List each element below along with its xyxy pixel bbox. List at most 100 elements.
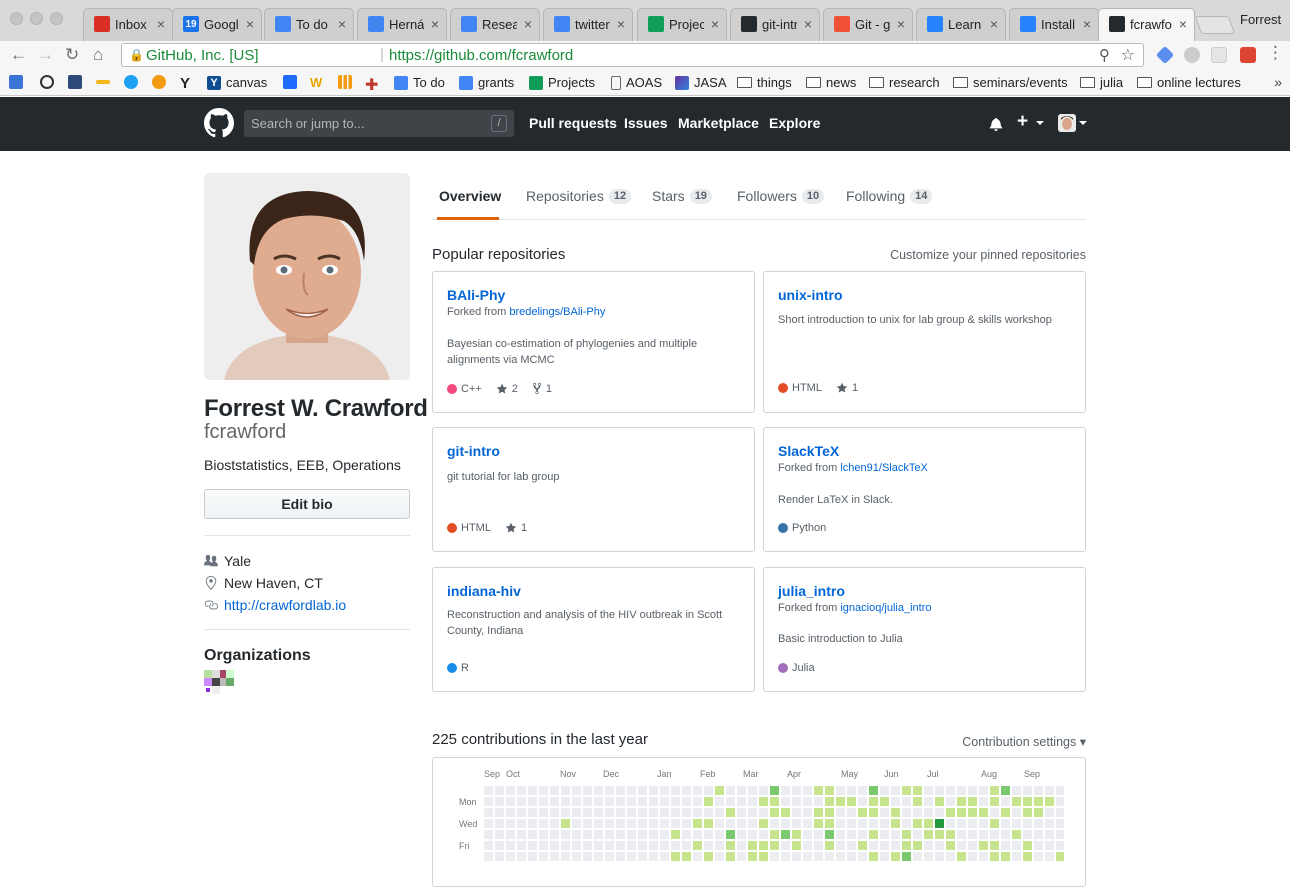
contribution-day[interactable] (594, 797, 603, 806)
browser-tab[interactable]: 19 Google × (172, 8, 262, 41)
contribution-day[interactable] (781, 841, 790, 850)
contribution-day[interactable] (693, 808, 702, 817)
contribution-day[interactable] (561, 808, 570, 817)
contribution-day[interactable] (715, 808, 724, 817)
contribution-day[interactable] (990, 830, 999, 839)
tab-overview[interactable]: Overview (439, 188, 501, 204)
contribution-day[interactable] (836, 830, 845, 839)
contribution-day[interactable] (770, 797, 779, 806)
contribution-day[interactable] (946, 808, 955, 817)
contribution-day[interactable] (583, 830, 592, 839)
bookmark-circle-icon[interactable] (40, 75, 54, 89)
contribution-day[interactable] (605, 819, 614, 828)
contribution-day[interactable] (704, 797, 713, 806)
contribution-day[interactable] (660, 786, 669, 795)
contribution-day[interactable] (946, 786, 955, 795)
contribution-day[interactable] (781, 819, 790, 828)
contribution-day[interactable] (770, 852, 779, 861)
nav-explore[interactable]: Explore (769, 115, 820, 131)
contribution-day[interactable] (1023, 852, 1032, 861)
customize-pinned-link[interactable]: Customize your pinned repositories (890, 248, 1086, 262)
contribution-day[interactable] (979, 819, 988, 828)
contribution-day[interactable] (726, 786, 735, 795)
window-zoom-button[interactable] (50, 12, 63, 25)
contribution-day[interactable] (506, 841, 515, 850)
contribution-day[interactable] (506, 830, 515, 839)
contribution-day[interactable] (517, 852, 526, 861)
browser-tab[interactable]: Hernán × (357, 8, 447, 41)
contribution-day[interactable] (858, 797, 867, 806)
edit-bio-button[interactable]: Edit bio (204, 489, 410, 519)
contribution-day[interactable] (759, 841, 768, 850)
contribution-day[interactable] (550, 797, 559, 806)
contribution-day[interactable] (1023, 830, 1032, 839)
github-search-input[interactable] (251, 113, 483, 133)
contribution-day[interactable] (847, 808, 856, 817)
bookmark-folder-seminars[interactable]: seminars/events (953, 75, 1068, 90)
contribution-day[interactable] (572, 808, 581, 817)
contribution-day[interactable] (627, 841, 636, 850)
contribution-day[interactable] (1001, 852, 1010, 861)
contribution-day[interactable] (693, 819, 702, 828)
contribution-day[interactable] (869, 819, 878, 828)
contribution-day[interactable] (924, 808, 933, 817)
contribution-day[interactable] (781, 797, 790, 806)
contribution-day[interactable] (550, 819, 559, 828)
contribution-day[interactable] (583, 841, 592, 850)
contribution-day[interactable] (671, 841, 680, 850)
contribution-day[interactable] (946, 830, 955, 839)
contribution-day[interactable] (528, 852, 537, 861)
tab-followers[interactable]: Followers 10 (737, 188, 825, 204)
contribution-day[interactable] (539, 830, 548, 839)
contribution-day[interactable] (902, 797, 911, 806)
contribution-day[interactable] (825, 808, 834, 817)
forked-source-link[interactable]: bredelings/BAli-Phy (509, 306, 605, 318)
contribution-day[interactable] (1023, 819, 1032, 828)
contribution-day[interactable] (1034, 819, 1043, 828)
contribution-day[interactable] (946, 852, 955, 861)
contribution-day[interactable] (836, 786, 845, 795)
contribution-day[interactable] (847, 797, 856, 806)
browser-tab[interactable]: twitter × (543, 8, 633, 41)
contribution-day[interactable] (836, 819, 845, 828)
contribution-day[interactable] (1056, 808, 1064, 817)
contribution-day[interactable] (561, 786, 570, 795)
contribution-day[interactable] (880, 786, 889, 795)
contribution-day[interactable] (550, 786, 559, 795)
contribution-day[interactable] (649, 819, 658, 828)
bookmarks-overflow-icon[interactable]: » (1274, 74, 1282, 90)
contribution-day[interactable] (616, 819, 625, 828)
contribution-day[interactable] (660, 841, 669, 850)
contribution-day[interactable] (583, 786, 592, 795)
bookmark-cross-icon[interactable]: ✚ (365, 75, 378, 95)
contribution-day[interactable] (968, 819, 977, 828)
contribution-day[interactable] (594, 852, 603, 861)
contribution-day[interactable] (649, 786, 658, 795)
tab-stars[interactable]: Stars 19 (652, 188, 712, 204)
contribution-day[interactable] (913, 797, 922, 806)
contribution-day[interactable] (506, 786, 515, 795)
contribution-day[interactable] (869, 786, 878, 795)
contribution-day[interactable] (825, 819, 834, 828)
contribution-day[interactable] (990, 841, 999, 850)
bookmark-box-icon[interactable] (283, 75, 297, 89)
contribution-day[interactable] (539, 852, 548, 861)
contribution-day[interactable] (671, 852, 680, 861)
contribution-day[interactable] (737, 830, 746, 839)
contribution-day[interactable] (990, 786, 999, 795)
contribution-day[interactable] (759, 830, 768, 839)
contribution-day[interactable] (594, 841, 603, 850)
contribution-day[interactable] (957, 830, 966, 839)
browser-tab[interactable]: Install × (1009, 8, 1099, 41)
contribution-day[interactable] (869, 841, 878, 850)
tab-close-icon[interactable]: × (990, 16, 998, 32)
contribution-day[interactable] (748, 786, 757, 795)
contribution-day[interactable] (792, 852, 801, 861)
contribution-day[interactable] (616, 841, 625, 850)
contribution-day[interactable] (1012, 830, 1021, 839)
contribution-day[interactable] (1034, 786, 1043, 795)
contribution-day[interactable] (506, 808, 515, 817)
contribution-day[interactable] (935, 819, 944, 828)
browser-tab[interactable]: Learn × (916, 8, 1006, 41)
contribution-day[interactable] (649, 797, 658, 806)
